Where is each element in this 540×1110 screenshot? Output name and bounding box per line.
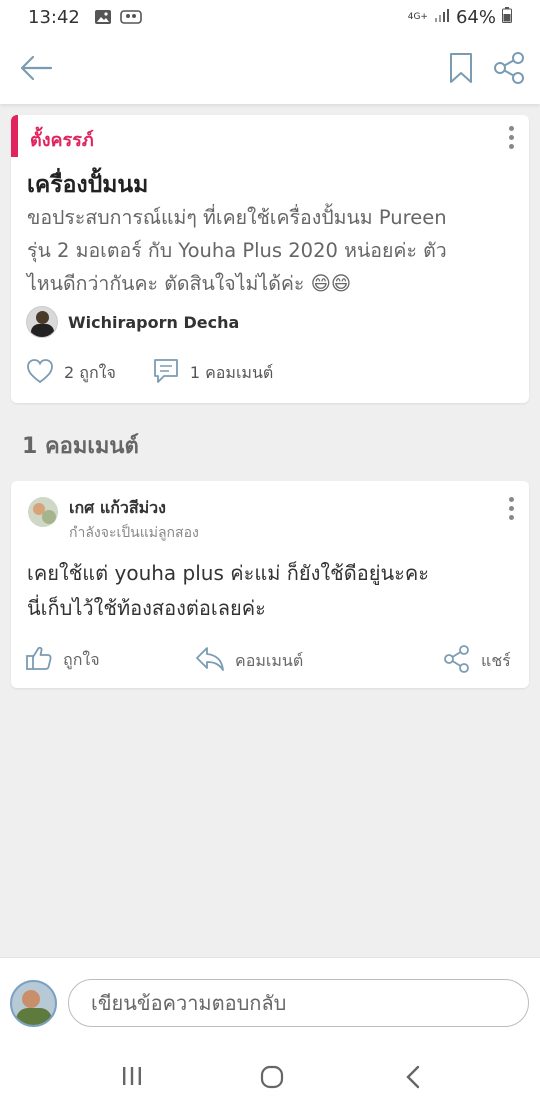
comment-reply-button[interactable]: คอมเมนต์ <box>195 645 303 677</box>
share-icon <box>443 645 471 677</box>
reply-input[interactable] <box>68 979 529 1027</box>
comment-body-line: เคยใช้แต่ youha plus ค่ะแม่ ก็ยังใช้ดีอย… <box>27 561 429 585</box>
post-comment-button[interactable]: 1 คอมเมนต์ <box>152 357 273 389</box>
comment-like-button[interactable]: ถูกใจ <box>25 645 100 675</box>
tag-accent-bar <box>11 115 18 157</box>
post-tag[interactable]: ตั้งครรภ์ <box>30 125 94 154</box>
system-back-icon[interactable] <box>404 1065 424 1093</box>
post-title: เครื่องปั้มนม <box>27 172 149 198</box>
comment-bubble-icon <box>152 357 180 389</box>
status-bar: 13:42 4G+ 64% <box>0 0 540 34</box>
post-card: ตั้งครรภ์ เครื่องปั้มนม ขอประสบการณ์แม่ๆ… <box>11 115 529 403</box>
post-body-line: รุ่น 2 มอเตอร์ กับ Youha Plus 2020 หน่อย… <box>27 239 447 262</box>
comments-heading: 1 คอมเมนต์ <box>22 434 139 459</box>
bookmark-icon[interactable] <box>448 52 474 88</box>
comment-actions: ถูกใจ คอมเมนต์ แชร์ <box>11 645 529 679</box>
thumbs-up-icon <box>25 645 53 675</box>
status-time: 13:42 <box>28 6 80 28</box>
post-like-button[interactable]: 2 ถูกใจ <box>26 358 116 388</box>
comment-like-label: ถูกใจ <box>63 649 100 669</box>
commenter-avatar[interactable] <box>28 497 58 527</box>
gallery-icon <box>94 9 112 25</box>
like-count: 2 ถูกใจ <box>64 362 116 382</box>
comment-count: 1 คอมเมนต์ <box>189 362 274 382</box>
post-author[interactable]: Wichiraporn Decha <box>26 306 239 338</box>
comment-share-label: แชร์ <box>481 650 511 670</box>
system-nav-bar <box>0 1047 540 1110</box>
post-more-icon[interactable] <box>509 126 515 149</box>
commenter-name[interactable]: เกศ แก้วสีม่วง <box>69 496 166 521</box>
author-avatar[interactable] <box>26 306 58 338</box>
commenter-status: กำลังจะเป็นแม่ลูกสอง <box>69 525 199 541</box>
author-name[interactable]: Wichiraporn Decha <box>68 313 239 332</box>
battery-icon <box>502 6 512 28</box>
notification-app-icon <box>120 9 142 25</box>
current-user-avatar <box>10 980 57 1027</box>
heart-icon <box>26 358 54 388</box>
comment-share-button[interactable]: แชร์ <box>443 645 511 677</box>
comment-body: เคยใช้แต่ youha plus ค่ะแม่ ก็ยังใช้ดีอย… <box>27 556 527 626</box>
post-body-line: ขอประสบการณ์แม่ๆ ที่เคยใช้เครื่องปั้มนม … <box>27 206 447 229</box>
comment-reply-label: คอมเมนต์ <box>235 650 304 670</box>
post-body: ขอประสบการณ์แม่ๆ ที่เคยใช้เครื่องปั้มนม … <box>27 201 523 300</box>
home-icon[interactable] <box>260 1065 284 1093</box>
comment-more-icon[interactable] <box>509 497 515 520</box>
network-label: 4G+ <box>407 11 428 22</box>
network-icon: 4G+ <box>407 11 428 22</box>
signal-icon <box>434 7 450 28</box>
share-icon[interactable] <box>492 52 526 88</box>
battery-label: 64% <box>455 6 496 28</box>
post-actions: 2 ถูกใจ 1 คอมเมนต์ <box>26 357 273 389</box>
comment-card: เกศ แก้วสีม่วง กำลังจะเป็นแม่ลูกสอง เคยใ… <box>11 481 529 688</box>
post-body-line: ไหนดีกว่ากันคะ ตัดสินใจไม่ได้ค่ะ 😄😄 <box>27 272 352 295</box>
recents-icon[interactable] <box>120 1065 144 1091</box>
app-bar <box>0 34 540 104</box>
back-arrow-icon[interactable] <box>18 52 54 88</box>
reply-arrow-icon <box>195 645 225 677</box>
status-right: 4G+ 64% <box>407 6 512 28</box>
reply-bar <box>0 957 540 1047</box>
comment-body-line: นี่เก็บไว้ใช้ท้องสองต่อเลยค่ะ <box>27 596 266 620</box>
